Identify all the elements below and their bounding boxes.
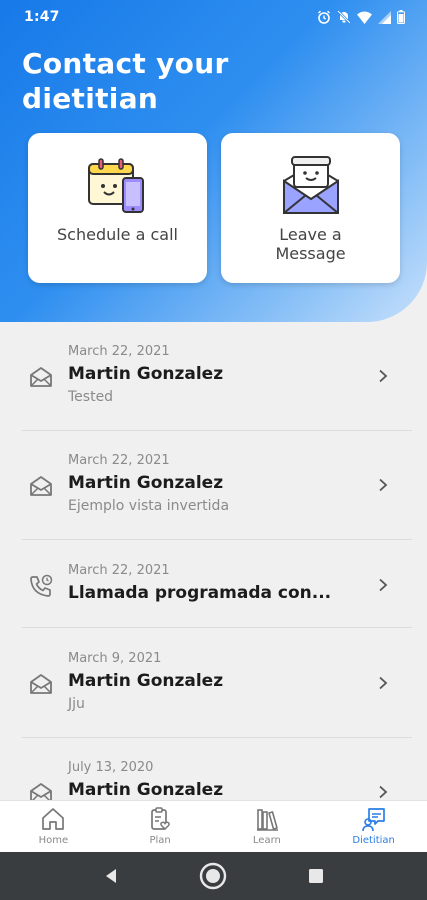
header-panel: Contact your dietitian Schedule a call L… bbox=[0, 0, 427, 322]
chat-person-icon bbox=[361, 808, 385, 832]
page-title: Contact your dietitian bbox=[22, 47, 229, 115]
item-title: Martin Gonzalez bbox=[68, 473, 224, 493]
home-circle-icon bbox=[200, 862, 227, 890]
item-title: Martin Gonzalez bbox=[68, 671, 224, 691]
battery-icon bbox=[397, 10, 405, 24]
item-title: Martin Gonzalez bbox=[68, 364, 224, 384]
item-date: March 9, 2021 bbox=[68, 651, 162, 666]
recents-icon bbox=[308, 869, 323, 883]
divider bbox=[22, 539, 412, 540]
status-bar: 1:47 bbox=[0, 0, 427, 34]
home-button[interactable] bbox=[193, 856, 233, 896]
leave-message-button[interactable]: Leave a Message bbox=[221, 133, 400, 283]
bottom-nav: Home Plan Learn Dietitian bbox=[0, 800, 427, 852]
clipboard-heart-icon bbox=[151, 807, 171, 831]
item-subtitle: Ejemplo vista invertida bbox=[68, 498, 230, 514]
status-icons bbox=[317, 10, 405, 24]
envelope-icon bbox=[28, 780, 54, 800]
item-subtitle: Jju bbox=[68, 696, 85, 712]
nav-learn-label: Learn bbox=[252, 835, 281, 846]
schedule-call-label: Schedule a call bbox=[57, 225, 178, 244]
envelope-icon bbox=[28, 364, 54, 390]
item-subtitle: Tested bbox=[68, 389, 114, 405]
nav-plan-label: Plan bbox=[149, 835, 171, 846]
chevron-right-icon bbox=[379, 578, 388, 592]
chevron-right-icon bbox=[379, 785, 388, 799]
item-title: Llamada programada con... bbox=[68, 583, 332, 603]
divider bbox=[22, 430, 412, 431]
item-date: March 22, 2021 bbox=[68, 344, 170, 359]
divider bbox=[22, 627, 412, 628]
signal-icon bbox=[378, 10, 391, 24]
envelope-letter-icon bbox=[278, 153, 344, 219]
nav-home-label: Home bbox=[38, 835, 69, 846]
divider bbox=[22, 737, 412, 738]
wifi-icon bbox=[357, 11, 372, 24]
chevron-right-icon bbox=[379, 676, 388, 690]
item-date: July 13, 2020 bbox=[68, 760, 154, 775]
nav-learn[interactable]: Learn bbox=[214, 801, 321, 852]
nav-plan[interactable]: Plan bbox=[107, 801, 214, 852]
item-date: March 22, 2021 bbox=[68, 453, 170, 468]
message-list: March 22, 2021 Martin Gonzalez Tested Ma… bbox=[0, 322, 427, 800]
system-nav-bar bbox=[0, 852, 427, 900]
envelope-icon bbox=[28, 671, 54, 697]
chevron-right-icon bbox=[379, 369, 388, 383]
item-title: Martin Gonzalez bbox=[68, 780, 224, 800]
back-icon bbox=[106, 869, 117, 883]
status-time: 1:47 bbox=[24, 9, 60, 25]
mute-icon bbox=[337, 10, 351, 24]
leave-message-label: Leave a Message bbox=[275, 225, 346, 263]
nav-dietitian[interactable]: Dietitian bbox=[320, 801, 427, 852]
nav-dietitian-label: Dietitian bbox=[352, 835, 395, 846]
item-date: March 22, 2021 bbox=[68, 563, 170, 578]
phone-clock-icon bbox=[28, 573, 54, 599]
back-button[interactable] bbox=[91, 856, 131, 896]
home-icon bbox=[42, 808, 65, 830]
chevron-right-icon bbox=[379, 478, 388, 492]
schedule-call-button[interactable]: Schedule a call bbox=[28, 133, 207, 283]
recents-button[interactable] bbox=[296, 856, 336, 896]
books-icon bbox=[256, 809, 278, 831]
envelope-icon bbox=[28, 473, 54, 499]
nav-home[interactable]: Home bbox=[0, 801, 107, 852]
calendar-phone-icon bbox=[85, 153, 151, 219]
alarm-icon bbox=[318, 10, 330, 24]
